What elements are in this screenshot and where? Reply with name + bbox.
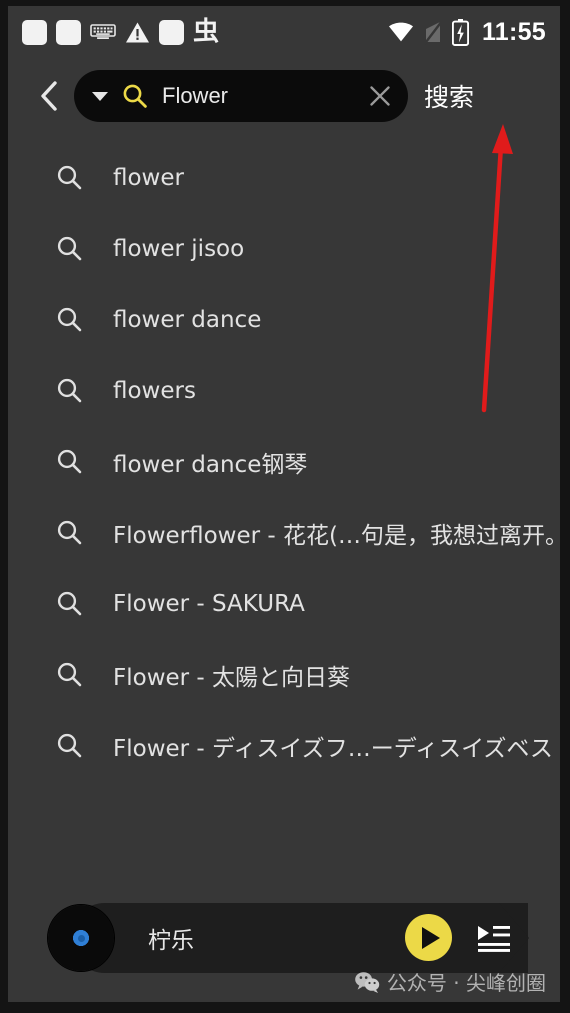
suggestion-label: flower — [113, 164, 184, 191]
suggestion-item[interactable]: Flowerflower - 花花(…句是，我想过离开。 — [8, 497, 560, 568]
device-frame: 虫 11:55 Flower 搜索 flower flower jisoo fl… — [0, 0, 570, 1013]
search-icon — [123, 84, 147, 108]
suggestion-item[interactable]: flower — [8, 142, 560, 213]
mini-player[interactable]: 柠乐 — [48, 903, 529, 973]
suggestion-label: flower jisoo — [113, 235, 245, 262]
search-icon — [57, 165, 82, 190]
status-bar-clock: 11:55 — [481, 17, 546, 46]
search-icon — [57, 520, 82, 545]
watermark: 公众号 · 尖峰创圈 — [354, 967, 546, 996]
search-input-pill[interactable]: Flower — [74, 70, 408, 122]
suggestion-label: flower dance — [113, 306, 262, 333]
vinyl-record-icon[interactable] — [48, 905, 114, 971]
suggestion-label: Flower - ディスイズフ…ーディスイズベスト — [113, 735, 560, 762]
mini-player-body[interactable]: 柠乐 — [70, 903, 529, 973]
suggestion-label: Flowerflower - 花花(…句是，我想过离开。 — [113, 522, 560, 549]
warning-triangle-icon — [125, 21, 150, 44]
search-submit-button[interactable]: 搜索 — [424, 78, 474, 114]
track-title: 柠乐 — [148, 928, 194, 954]
search-icon — [57, 449, 82, 474]
search-input-value[interactable]: Flower — [162, 83, 360, 109]
wifi-icon — [388, 22, 414, 42]
status-bar-right-icons: 11:55 — [388, 6, 546, 58]
suggestion-item[interactable]: flower dance钢琴 — [8, 426, 560, 497]
status-bar: 虫 11:55 — [8, 6, 560, 58]
search-icon — [57, 591, 82, 616]
close-icon — [370, 86, 390, 106]
status-bar-left-icons: 虫 — [22, 19, 219, 45]
play-queue-button[interactable] — [476, 923, 512, 953]
search-icon — [57, 733, 82, 758]
suggestion-item[interactable]: Flower - 太陽と向日葵 — [8, 639, 560, 710]
clear-search-button[interactable] — [360, 76, 400, 116]
app-screen: 虫 11:55 Flower 搜索 flower flower jisoo fl… — [8, 6, 560, 1002]
unknown-glyph-square-3-icon — [159, 19, 184, 45]
suggestion-label: flowers — [113, 377, 196, 404]
search-icon — [57, 662, 82, 687]
search-suggestion-list: flower flower jisoo flower dance flowers… — [8, 142, 560, 781]
suggestion-label: flower dance钢琴 — [113, 451, 308, 478]
unknown-glyph-square-1-icon — [22, 19, 47, 45]
suggestion-item[interactable]: flower jisoo — [8, 213, 560, 284]
no-signal-icon — [423, 19, 443, 45]
suggestion-label: Flower - SAKURA — [113, 590, 305, 617]
suggestion-item[interactable]: flowers — [8, 355, 560, 426]
battery-charging-icon — [451, 18, 469, 46]
wechat-icon — [355, 971, 380, 993]
back-button[interactable] — [26, 68, 72, 124]
unknown-glyph-square-2-icon — [56, 19, 81, 45]
play-queue-icon — [478, 926, 510, 952]
suggestion-item[interactable]: Flower - ディスイズフ…ーディスイズベスト — [8, 710, 560, 781]
search-icon — [57, 307, 82, 332]
watermark-label: 公众号 · 尖峰创圈 — [386, 971, 546, 995]
suggestion-item[interactable]: flower dance — [8, 284, 560, 355]
play-button[interactable] — [405, 914, 452, 961]
keyboard-icon — [90, 24, 116, 40]
chinese-char-icon: 虫 — [193, 17, 220, 47]
chevron-left-icon — [41, 81, 57, 111]
suggestion-label: Flower - 太陽と向日葵 — [113, 664, 351, 691]
search-icon — [57, 236, 82, 261]
search-header: Flower 搜索 — [8, 58, 560, 134]
play-icon — [422, 926, 440, 949]
chevron-down-icon[interactable] — [92, 91, 108, 101]
suggestion-item[interactable]: Flower - SAKURA — [8, 568, 560, 639]
search-icon — [57, 378, 82, 403]
